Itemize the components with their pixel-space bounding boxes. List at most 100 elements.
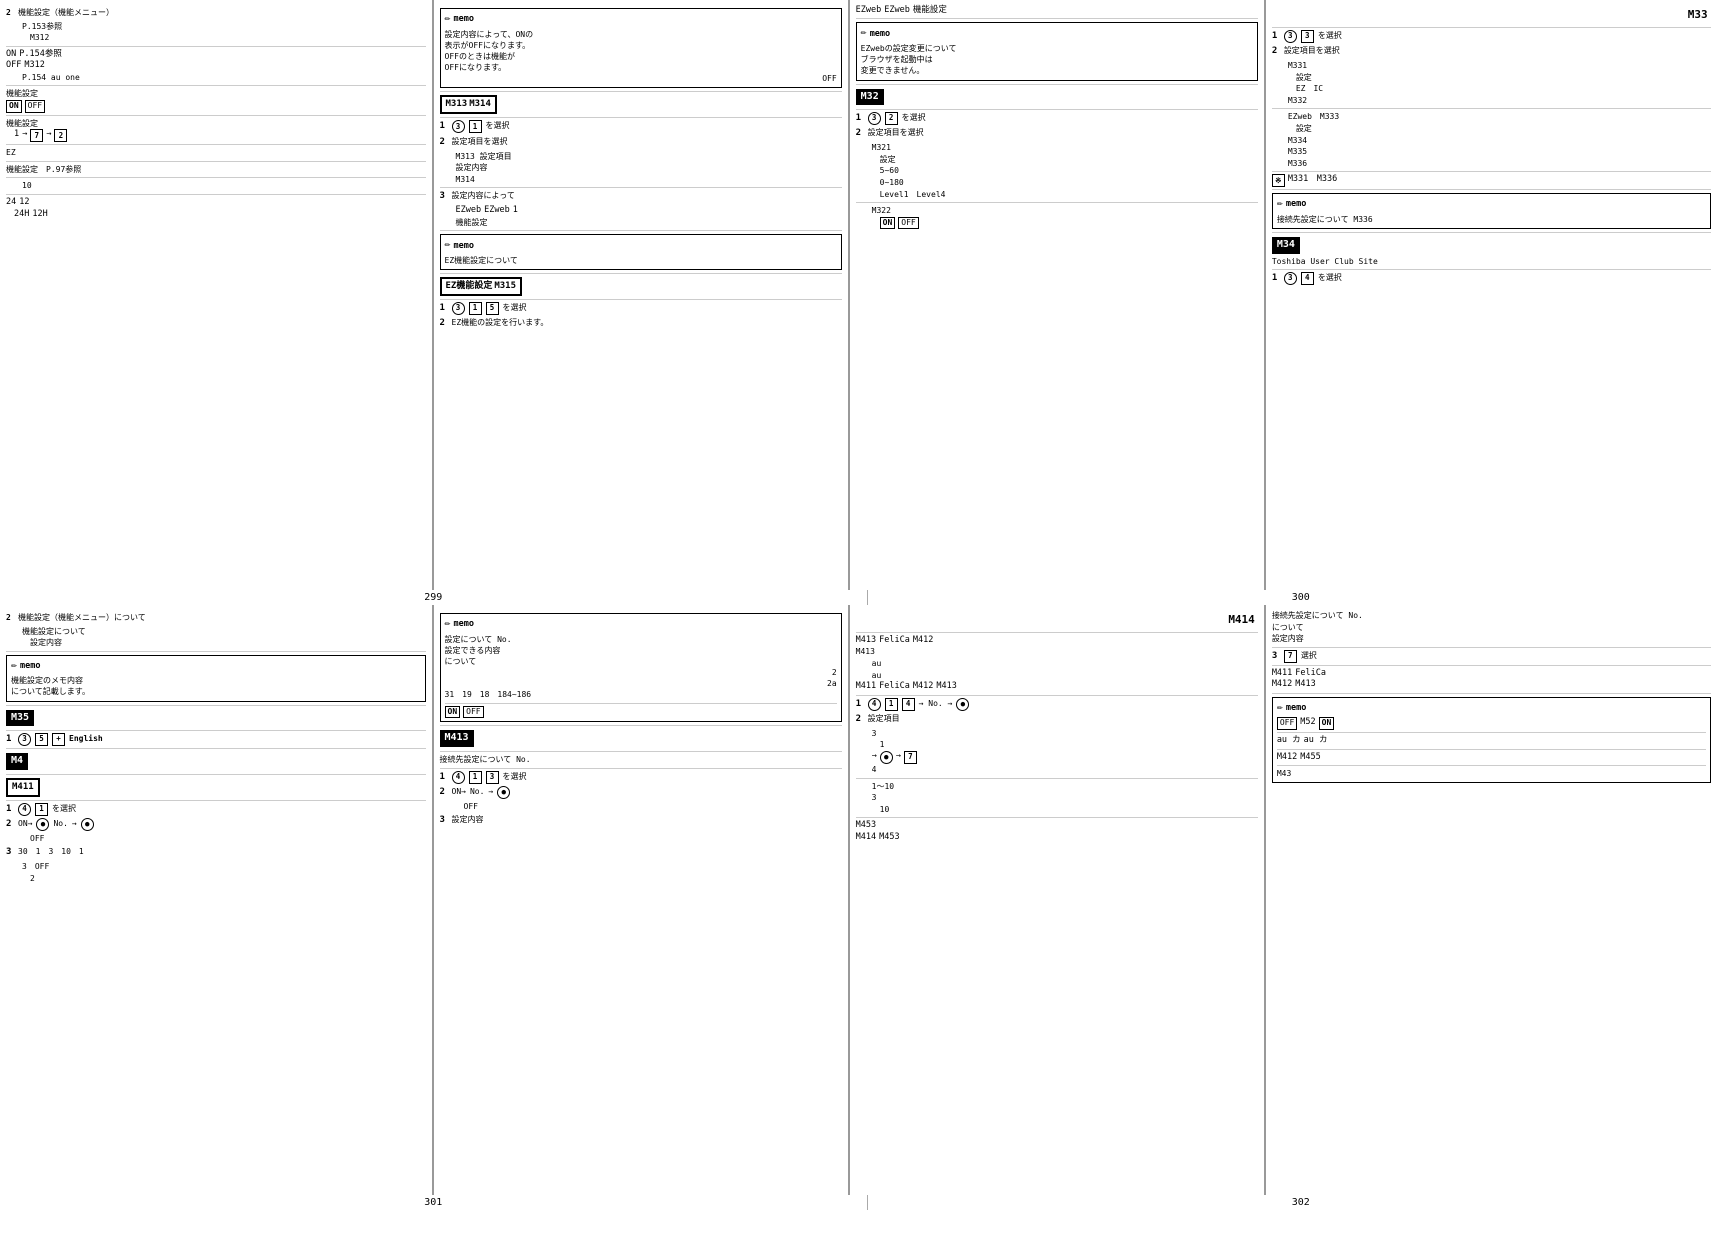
bcr-arrow-row: → ● → 7: [856, 751, 1258, 764]
bot-half: 2 機能設定（機能メニュー）について 機能設定について 設定内容 ✏ memo …: [0, 605, 1734, 1195]
memo-header-top: ✏ memo: [445, 12, 837, 27]
top-center-left-panel: ✏ memo 設定内容によって、ONの 表示がOFFになります。 OFFのときは…: [434, 0, 850, 590]
br-on[interactable]: ON: [1319, 717, 1335, 730]
bcr-m453: M453: [856, 820, 1258, 831]
m34-title: M34: [1272, 237, 1300, 254]
bcl-m4: 2: [445, 667, 837, 678]
memo-content-2: EZ機能設定について: [445, 255, 837, 266]
memo-line5: OFF: [445, 73, 837, 84]
bcl-m3: について: [445, 656, 837, 667]
step2: 2 設定項目を選択: [440, 136, 842, 149]
m331-m336-note: ※ M331 M336: [1272, 174, 1711, 187]
bcl-dot: ●: [497, 786, 510, 799]
tr-step2: 2 設定項目を選択: [1272, 45, 1711, 58]
bcl-on-off: ON OFF: [445, 706, 837, 719]
bcl-m5: 2a: [445, 678, 837, 689]
bcr-circle4: 4: [868, 698, 881, 711]
step1: 1 3 1 を選択: [440, 120, 842, 133]
off-row: OFF M312: [6, 60, 426, 71]
arrow1: →: [22, 129, 27, 140]
bcl-off2: OFF: [440, 801, 842, 813]
top-center-right-content: EZweb EZweb 機能設定 ✏ memo EZwebの設定変更について ブ…: [856, 5, 1258, 229]
memo-line4: OFFになります。: [445, 62, 837, 73]
step2b-num: 2: [440, 317, 448, 330]
m414-title: M414: [856, 610, 1258, 630]
bcl-m2: 設定できる内容: [445, 645, 837, 656]
bl-step2b: 2 ON→ ● No. → ●: [6, 818, 426, 831]
memo-icon-tr: ✏: [1277, 197, 1283, 212]
br-step3-num: 3: [1272, 650, 1280, 663]
bl-sq5: 5: [35, 733, 48, 746]
level-row: Level1 Level4: [856, 189, 1258, 201]
off-btn-cr[interactable]: OFF: [898, 217, 918, 230]
bot-center-right-content: M414 M413 FeliCa M412 M413 au au M411 Fe…: [856, 610, 1258, 843]
memo-box-2: ✏ memo EZ機能設定について: [440, 234, 842, 270]
bl-3off: 3 OFF: [6, 861, 426, 873]
memo-content-tr: 接続先設定について M336: [1277, 214, 1706, 225]
circle3: 3: [452, 120, 465, 133]
memo-content-bl: 機能設定のメモ内容 について記載します。: [11, 675, 421, 697]
cr-step2-num: 2: [856, 127, 864, 140]
ez-label2: EZ機能設定: [446, 280, 493, 293]
br-au2: au カ: [1304, 735, 1328, 746]
circle3b: 3: [452, 302, 465, 315]
page-num-302: 302: [868, 1195, 1734, 1210]
num10: 10: [6, 180, 426, 192]
br-m412-m413: M412 M413: [1272, 679, 1711, 690]
bl-step3b-text: 30 1 3 10 1: [18, 846, 84, 858]
ez-ic: EZ IC: [1272, 83, 1711, 95]
bcl-on: ON→: [452, 786, 466, 798]
ref-p153: P.153参照: [6, 21, 426, 33]
bcl-off[interactable]: OFF: [463, 706, 483, 719]
m331-ref: M331: [1272, 60, 1711, 72]
arrow-row: 1 → 7 → 2: [6, 129, 426, 142]
br-off[interactable]: OFF: [1277, 717, 1297, 730]
bl-step3b-num: 3: [6, 846, 14, 859]
bcr-step2-text: 設定項目: [868, 713, 900, 725]
memo-header-br: ✏ memo: [1277, 701, 1706, 716]
m332-ref: M332: [1272, 95, 1711, 107]
on-btn[interactable]: ON: [6, 100, 22, 113]
t24h: 24H: [14, 209, 29, 220]
on-btn-cr[interactable]: ON: [880, 217, 896, 230]
section-number: 2: [6, 7, 14, 19]
bcr-dot: ●: [956, 698, 969, 711]
bcr-m453-ref: M453: [856, 820, 876, 831]
m413-title: M413: [440, 730, 474, 747]
memo-header-bcl: ✏ memo: [445, 617, 837, 632]
bcl-sq1: 1: [469, 771, 482, 784]
bot-left-panel: 2 機能設定（機能メニュー）について 機能設定について 設定内容 ✏ memo …: [0, 605, 434, 1195]
step3-text: 設定内容によって: [452, 190, 515, 202]
bl-dot: ●: [36, 818, 49, 831]
br-step3: 3 7 選択: [1272, 650, 1711, 663]
br-m411: M411: [1272, 668, 1292, 679]
memo-header-2: ✏ memo: [445, 238, 837, 253]
m411-ref2: M411: [856, 681, 876, 692]
tr-step1b-text: を選択: [1318, 272, 1342, 284]
page-num-row-top: 299 300: [0, 590, 1734, 605]
t12: 12: [19, 197, 29, 208]
top-center-left-content: ✏ memo 設定内容によって、ONの 表示がOFFになります。 OFFのときは…: [440, 8, 842, 330]
top-right-content: M33 1 3 3 を選択 2 設定項目を選択 M331 設定 EZ IC M3…: [1272, 5, 1711, 285]
br-m1: OFF M52 ON: [1277, 717, 1706, 730]
memo-header-bl: ✏ memo: [11, 659, 421, 674]
m315-label: M315: [494, 280, 516, 293]
ezweb2: EZweb: [484, 205, 510, 216]
memo-content-cr: EZwebの設定変更について ブラウザを起動中は 変更できません。: [861, 43, 1253, 77]
bcl-on[interactable]: ON: [445, 706, 461, 719]
memo-label-bcl: memo: [454, 618, 474, 630]
ez-m315-title: EZ機能設定 M315: [440, 277, 523, 296]
bcr-step2: 2 設定項目: [856, 713, 1258, 726]
bcr-sub4: 3: [856, 792, 1258, 804]
tr-circle3b: 3: [1284, 272, 1297, 285]
bcr-step1-num: 1: [856, 698, 864, 711]
memo2-line1: EZ機能設定について: [445, 255, 837, 266]
bcr-sub1: 3: [856, 728, 1258, 740]
ezweb-h1: EZweb: [856, 5, 882, 16]
bcr-arr1: →: [872, 751, 877, 762]
bcr-sub3: 4: [856, 764, 1258, 776]
bl-s2-text: 機能設定（機能メニュー）について: [18, 612, 146, 624]
tr-step2-text: 設定項目を選択: [1284, 45, 1340, 57]
off-btn[interactable]: OFF: [25, 100, 45, 113]
sq-note: ※: [1272, 174, 1285, 187]
